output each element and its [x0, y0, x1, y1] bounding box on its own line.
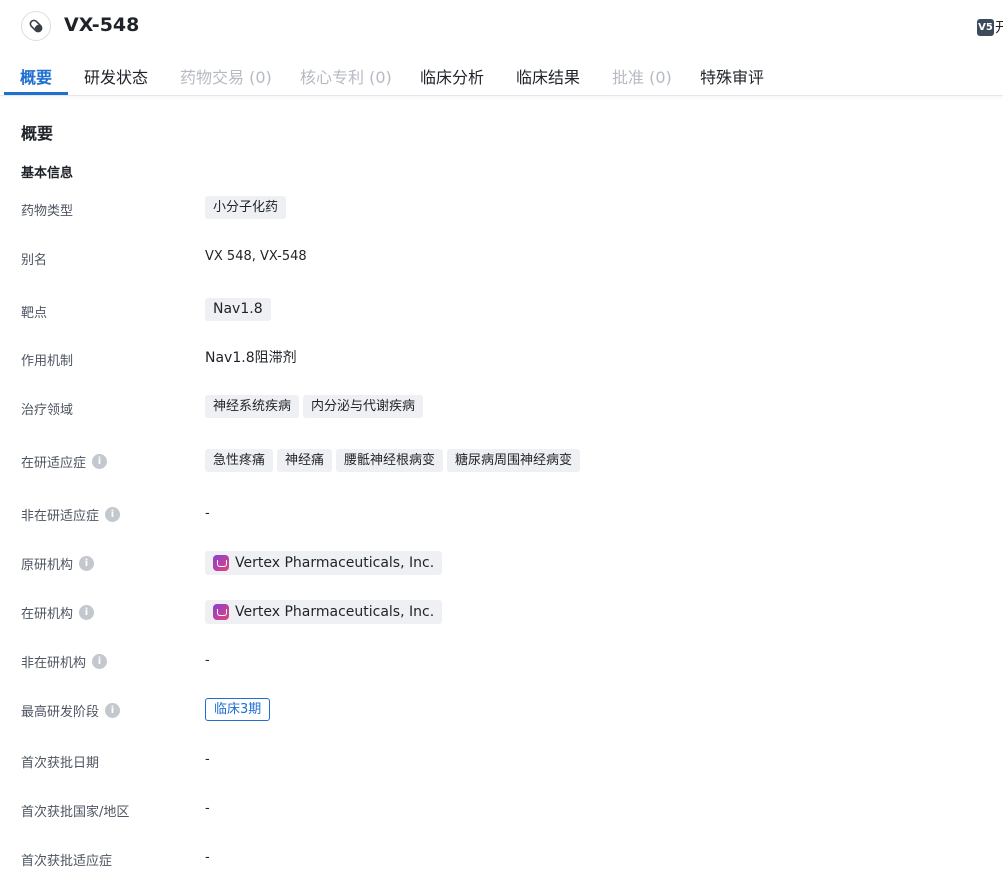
vertex-logo-icon [213, 604, 229, 620]
target-chip[interactable]: Nav1.8 [205, 298, 271, 321]
value-target: Nav1.8 [205, 298, 275, 321]
drug-type-chip[interactable]: 小分子化药 [205, 196, 287, 219]
therapeutic-area-chip[interactable]: 内分泌与代谢疾病 [303, 395, 424, 418]
label-inactive-indications: 非在研适应症 i [21, 505, 121, 524]
app-corner[interactable]: V5 开 [977, 17, 1003, 37]
org-name: Vertex Pharmaceuticals, Inc. [235, 554, 435, 571]
first-approval-date-text: - [205, 752, 210, 767]
label-inactive-org: 非在研机构 i [21, 652, 108, 671]
mechanism-text: Nav1.8阻滞剂 [205, 350, 297, 366]
page-header: VX-548 V5 开 [0, 0, 1003, 52]
label-highest-phase: 最高研发阶段 i [21, 701, 121, 720]
tab-bar: 概要 研发状态 药物交易 (0) 核心专利 (0) 临床分析 临床结果 批准 (… [0, 52, 1003, 96]
originator-org-chip[interactable]: Vertex Pharmaceuticals, Inc. [205, 551, 443, 575]
indication-chip[interactable]: 神经痛 [277, 449, 333, 472]
indication-chip[interactable]: 腰骶神经根病变 [336, 449, 444, 472]
label-alias: 别名 [21, 253, 48, 268]
tab-special-review[interactable]: 特殊审评 [700, 64, 764, 88]
first-approval-country-text: - [205, 801, 210, 816]
label-originator: 原研机构 i [21, 554, 95, 573]
info-icon[interactable]: i [105, 703, 121, 718]
label-active-indications: 在研适应症 i [21, 452, 108, 471]
info-icon[interactable]: i [79, 556, 95, 571]
value-inactive-indications: - [205, 506, 210, 521]
value-first-approval-indication: - [205, 850, 210, 865]
tab-approvals[interactable]: 批准 (0) [612, 64, 672, 88]
pill-icon [21, 11, 51, 41]
app-corner-text: 开 [995, 20, 1003, 36]
drug-title: VX-548 [64, 14, 140, 36]
label-first-approval-date: 首次获批日期 [21, 756, 100, 771]
label-mechanism: 作用机制 [21, 354, 74, 369]
info-icon[interactable]: i [79, 605, 95, 620]
label-target: 靶点 [21, 306, 48, 321]
section-title: 概要 [21, 124, 54, 143]
label-first-approval-country: 首次获批国家/地区 [21, 805, 130, 820]
tab-overview[interactable]: 概要 [20, 64, 52, 88]
label-drug-type: 药物类型 [21, 204, 74, 219]
value-alias: VX 548, VX-548 [205, 249, 307, 264]
vertex-logo-icon [213, 555, 229, 571]
value-originator: Vertex Pharmaceuticals, Inc. [205, 551, 446, 575]
phase-tag: 临床3期 [205, 698, 271, 721]
org-name: Vertex Pharmaceuticals, Inc. [235, 603, 435, 620]
active-org-chip[interactable]: Vertex Pharmaceuticals, Inc. [205, 600, 443, 624]
value-active-org: Vertex Pharmaceuticals, Inc. [205, 600, 446, 624]
active-tab-indicator [4, 92, 68, 95]
info-icon[interactable]: i [92, 654, 108, 669]
value-drug-type: 小分子化药 [205, 196, 290, 219]
tab-clinical-results[interactable]: 临床结果 [516, 64, 580, 88]
info-icon[interactable]: i [92, 454, 108, 469]
label-therapeutic-area: 治疗领域 [21, 403, 74, 418]
tab-core-patents[interactable]: 核心专利 (0) [300, 64, 392, 88]
indication-chip[interactable]: 糖尿病周围神经病变 [447, 449, 581, 472]
value-highest-phase: 临床3期 [205, 698, 271, 721]
indication-chip[interactable]: 急性疼痛 [205, 449, 274, 472]
value-mechanism: Nav1.8阻滞剂 [205, 347, 297, 367]
alias-text: VX 548, VX-548 [205, 249, 307, 264]
info-icon[interactable]: i [105, 507, 121, 522]
inactive-org-text: - [205, 653, 210, 668]
label-first-approval-indication: 首次获批适应症 [21, 854, 113, 869]
tab-drug-deals[interactable]: 药物交易 (0) [180, 64, 272, 88]
app-logo-icon: V5 [977, 18, 994, 36]
value-therapeutic-area: 神经系统疾病 内分泌与代谢疾病 [205, 395, 427, 418]
tab-rd-status[interactable]: 研发状态 [84, 64, 148, 88]
value-inactive-org: - [205, 653, 210, 668]
value-first-approval-date: - [205, 752, 210, 767]
label-active-org: 在研机构 i [21, 603, 95, 622]
tab-clinical-analysis[interactable]: 临床分析 [420, 64, 484, 88]
therapeutic-area-chip[interactable]: 神经系统疾病 [205, 395, 300, 418]
inactive-indications-text: - [205, 506, 210, 521]
value-first-approval-country: - [205, 801, 210, 816]
first-approval-indication-text: - [205, 850, 210, 865]
basic-info-title: 基本信息 [21, 166, 74, 181]
value-active-indications: 急性疼痛 神经痛 腰骶神经根病变 糖尿病周围神经病变 [205, 449, 584, 472]
